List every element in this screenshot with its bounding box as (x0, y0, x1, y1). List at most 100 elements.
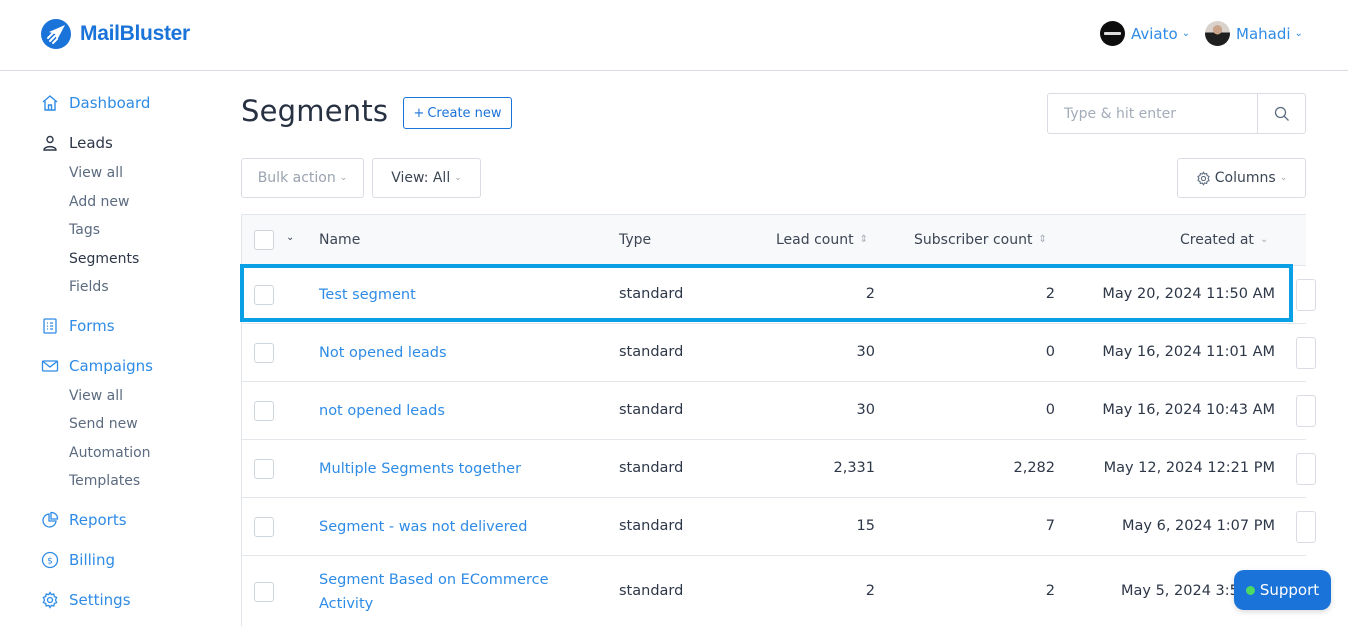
sidebar-item-label: Forms (69, 317, 115, 335)
lead-count: 30 (856, 344, 875, 360)
row-checkbox[interactable] (254, 459, 274, 479)
segment-name-link[interactable]: Segment Based on ECommerce Activity (319, 568, 559, 616)
columns-dropdown[interactable]: Columns ⌄ (1177, 158, 1306, 198)
chevron-down-icon: ⌄ (1294, 28, 1303, 39)
column-header-created-at[interactable]: Created at ⌄ (1180, 232, 1268, 248)
sidebar-item-label: Campaigns (69, 357, 154, 375)
subscriber-count: 2 (1045, 286, 1055, 302)
chevron-down-icon: ⌄ (1181, 28, 1191, 39)
organization-name: Aviato (1131, 24, 1178, 43)
mailbluster-logo-icon (41, 19, 71, 49)
row-checkbox[interactable] (254, 285, 274, 305)
segment-name-link[interactable]: not opened leads (319, 399, 445, 423)
select-all-checkbox[interactable] (254, 230, 274, 250)
user-menu[interactable]: Mahadi ⌄ (1205, 21, 1303, 46)
subscriber-count: 2 (1045, 583, 1055, 599)
chevron-down-icon: ⌄ (1279, 173, 1288, 183)
create-new-label: Create new (427, 105, 502, 121)
sidebar-subitem-campaigns-automation[interactable]: Automation (69, 445, 151, 461)
row-actions-button[interactable] (1296, 511, 1316, 543)
create-new-button[interactable]: + Create new (403, 97, 512, 129)
sidebar-subitem-leads-fields[interactable]: Fields (69, 279, 109, 295)
segment-name-link[interactable]: Test segment (319, 283, 416, 307)
organization-switcher[interactable]: Aviato ⌄ (1100, 21, 1190, 46)
search-button[interactable] (1257, 94, 1305, 133)
page-title: Segments (241, 94, 389, 128)
lead-count: 2,331 (833, 460, 875, 476)
segment-type: standard (619, 402, 684, 418)
segment-name-link[interactable]: Not opened leads (319, 341, 447, 365)
table-row: Test segment standard 2 2 May 20, 2024 1… (242, 266, 1316, 324)
column-header-name: Name (319, 232, 361, 248)
sidebar-subitem-leads-tags[interactable]: Tags (69, 222, 100, 238)
row-checkbox[interactable] (254, 401, 274, 421)
segment-type: standard (619, 583, 684, 599)
subscriber-count: 7 (1045, 518, 1055, 534)
user-avatar (1205, 21, 1230, 46)
view-filter-dropdown[interactable]: View: All ⌄ (372, 158, 481, 198)
sidebar-item-label: Dashboard (69, 94, 151, 112)
gear-icon (41, 591, 59, 609)
home-icon (41, 94, 59, 112)
segment-name-link[interactable]: Segment - was not delivered (319, 515, 527, 539)
sidebar-subitem-leads-segments[interactable]: Segments (69, 251, 139, 267)
created-at: May 5, 2024 3:5 (1121, 583, 1239, 599)
sidebar-item-dashboard[interactable]: Dashboard (41, 94, 150, 112)
row-checkbox[interactable] (254, 517, 274, 537)
bulk-action-dropdown[interactable]: Bulk action ⌄ (241, 158, 364, 198)
form-list-icon (41, 317, 59, 335)
sidebar-subitem-campaigns-send-new[interactable]: Send new (69, 416, 138, 432)
subscriber-count: 0 (1045, 402, 1055, 418)
table-row: Multiple Segments together standard 2,33… (242, 440, 1316, 498)
sidebar-item-label: Reports (69, 511, 127, 529)
brand[interactable]: MailBluster (40, 18, 190, 50)
segment-name-link[interactable]: Multiple Segments together (319, 457, 521, 481)
sidebar-item-forms[interactable]: Forms (41, 317, 115, 335)
sidebar-subitem-leads-view-all[interactable]: View all (69, 165, 123, 181)
bulk-action-label: Bulk action (257, 170, 336, 186)
segment-type: standard (619, 518, 684, 534)
subscriber-count: 2,282 (1013, 460, 1055, 476)
created-at: May 12, 2024 12:21 PM (1103, 460, 1275, 476)
support-button[interactable]: Support (1234, 570, 1331, 610)
dollar-circle-icon: $ (41, 551, 59, 569)
chevron-down-icon: ⌄ (339, 173, 348, 183)
top-bar: MailBluster Aviato ⌄ Mahadi ⌄ (0, 0, 1348, 71)
table-row: not opened leads standard 30 0 May 16, 2… (242, 382, 1316, 440)
search-input[interactable] (1048, 94, 1257, 133)
table-row: Segment Based on ECommerce Activity stan… (242, 556, 1306, 626)
row-actions-button[interactable] (1296, 279, 1316, 311)
user-icon (41, 134, 59, 152)
segment-type: standard (619, 344, 684, 360)
segments-table: ⌄ Name Type Lead count ⇕ Subscriber coun… (241, 214, 1316, 626)
sidebar-item-leads[interactable]: Leads (41, 134, 113, 152)
search-icon (1274, 106, 1289, 121)
select-options-chevron-icon[interactable]: ⌄ (286, 232, 294, 243)
sidebar-subitem-campaigns-templates[interactable]: Templates (69, 473, 140, 489)
table-header: ⌄ Name Type Lead count ⇕ Subscriber coun… (242, 215, 1306, 266)
created-at: May 6, 2024 1:07 PM (1122, 518, 1275, 534)
sidebar-subitem-campaigns-view-all[interactable]: View all (69, 388, 123, 404)
brand-name: MailBluster (80, 22, 190, 45)
sidebar-item-label: Billing (69, 551, 115, 569)
sidebar-item-campaigns[interactable]: Campaigns (41, 357, 153, 375)
plus-icon: + (413, 105, 425, 121)
column-header-subscriber-count[interactable]: Subscriber count ⇕ (914, 232, 1047, 248)
sidebar-item-reports[interactable]: Reports (41, 511, 127, 529)
column-header-type: Type (619, 232, 652, 248)
row-actions-button[interactable] (1296, 453, 1316, 485)
row-checkbox[interactable] (254, 582, 274, 602)
lead-count: 30 (856, 402, 875, 418)
organization-avatar (1100, 21, 1125, 46)
sidebar-subitem-leads-add-new[interactable]: Add new (69, 194, 130, 210)
lead-count: 2 (865, 286, 875, 302)
column-header-lead-count[interactable]: Lead count ⇕ (776, 232, 868, 248)
sidebar-item-settings[interactable]: Settings (41, 591, 131, 609)
sidebar-item-billing[interactable]: $ Billing (41, 551, 115, 569)
view-filter-label: View: All (391, 170, 451, 186)
row-actions-button[interactable] (1296, 337, 1316, 369)
online-status-dot-icon (1245, 585, 1255, 595)
row-actions-button[interactable] (1296, 395, 1316, 427)
chevron-down-icon: ⌄ (454, 173, 462, 183)
row-checkbox[interactable] (254, 343, 274, 363)
